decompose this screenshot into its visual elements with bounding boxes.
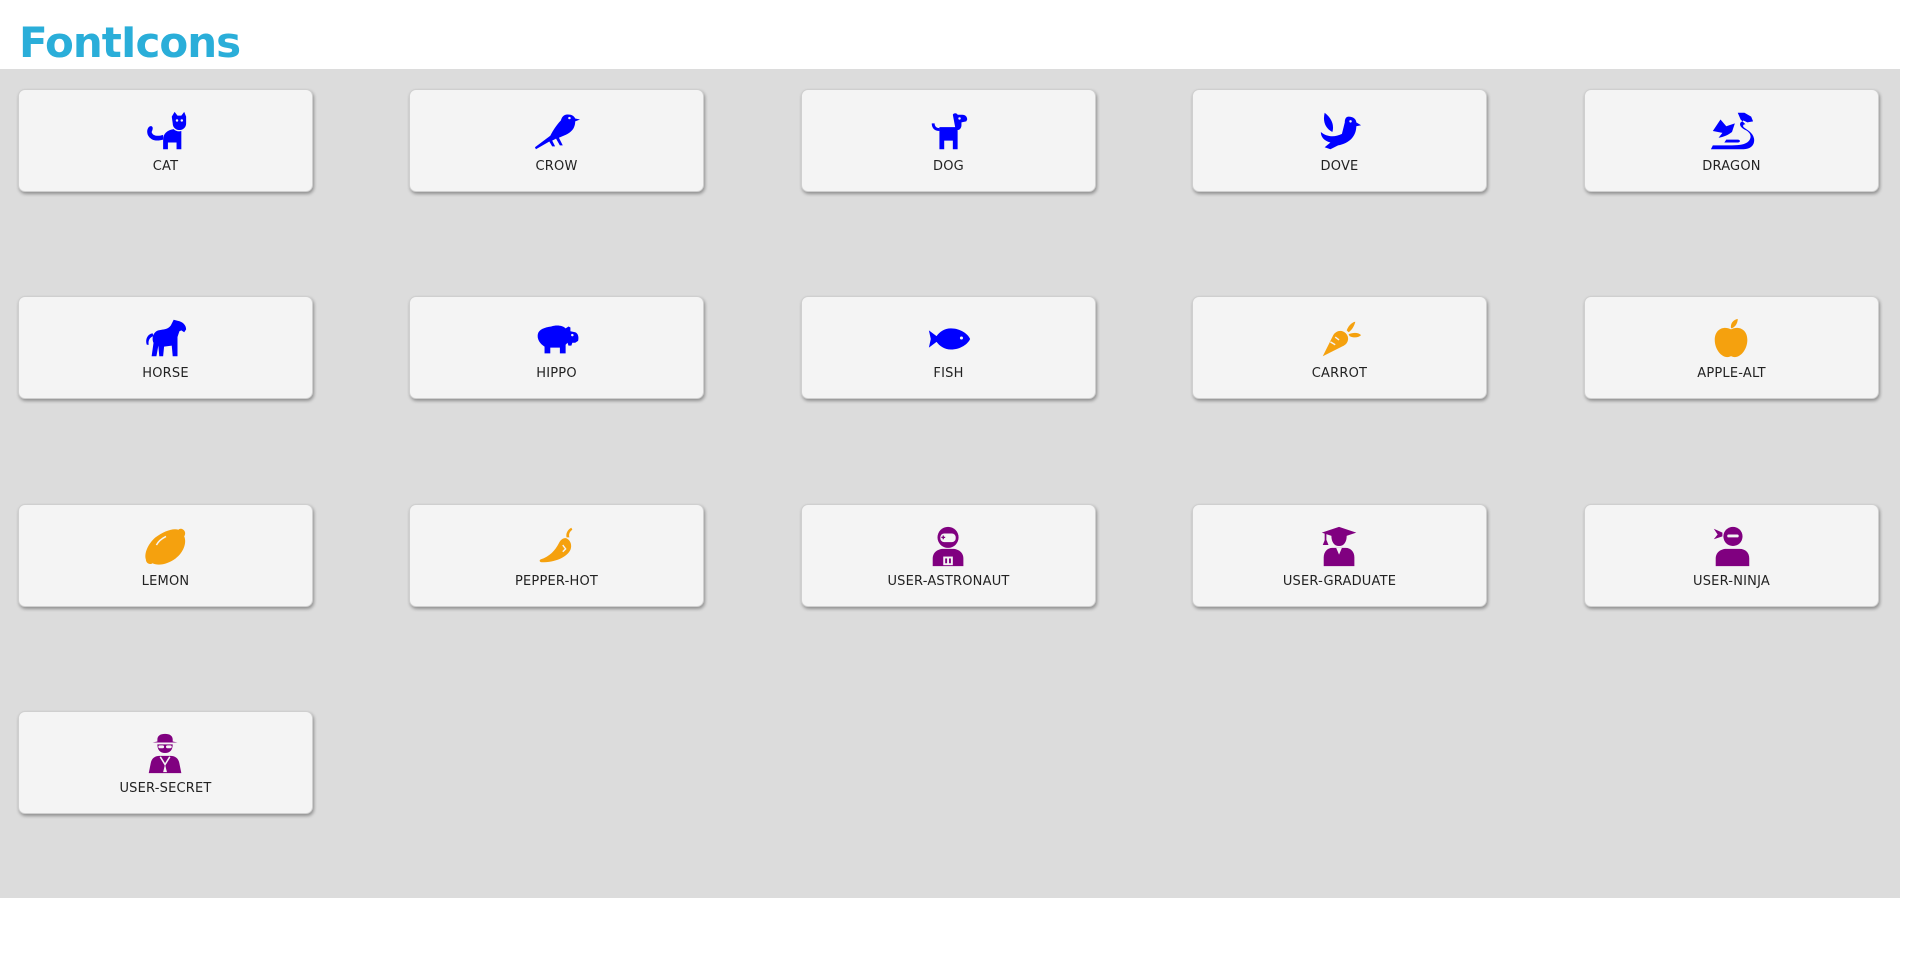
icon-card-dog[interactable]: DOG bbox=[801, 89, 1096, 192]
apple-alt-icon bbox=[1709, 317, 1755, 359]
user-secret-icon bbox=[143, 732, 189, 774]
icon-card-user-secret[interactable]: USER-SECRET bbox=[18, 711, 313, 814]
icon-card-label: HIPPO bbox=[536, 366, 577, 381]
user-ninja-icon bbox=[1709, 525, 1755, 567]
icon-card-hippo[interactable]: HIPPO bbox=[409, 296, 704, 399]
icon-card-user-astronaut[interactable]: USER-ASTRONAUT bbox=[801, 504, 1096, 607]
horse-icon bbox=[143, 317, 189, 359]
icon-card-carrot[interactable]: CARROT bbox=[1192, 296, 1487, 399]
icon-card-fish[interactable]: FISH bbox=[801, 296, 1096, 399]
icon-grid: CAT CROW DOG DOVE DRAGON HORSE HIPPO FIS… bbox=[0, 69, 1900, 898]
icon-card-dove[interactable]: DOVE bbox=[1192, 89, 1487, 192]
page-header: FontIcons bbox=[0, 0, 1905, 69]
icon-card-dragon[interactable]: DRAGON bbox=[1584, 89, 1879, 192]
icon-card-label: HORSE bbox=[142, 366, 189, 381]
user-graduate-icon bbox=[1317, 525, 1363, 567]
hippo-icon bbox=[534, 317, 580, 359]
icon-card-user-ninja[interactable]: USER-NINJA bbox=[1584, 504, 1879, 607]
icon-card-user-graduate[interactable]: USER-GRADUATE bbox=[1192, 504, 1487, 607]
page-title: FontIcons bbox=[19, 18, 241, 67]
icon-card-label: USER-GRADUATE bbox=[1282, 574, 1397, 589]
icon-card-label: CAT bbox=[152, 159, 179, 174]
icon-card-label: USER-SECRET bbox=[119, 781, 212, 796]
icon-card-label: CARROT bbox=[1311, 366, 1368, 381]
icon-card-crow[interactable]: CROW bbox=[409, 89, 704, 192]
icon-card-label: FISH bbox=[933, 366, 964, 381]
icon-card-label: CROW bbox=[535, 159, 578, 174]
icon-card-label: LEMON bbox=[141, 574, 190, 589]
icon-card-label: DRAGON bbox=[1702, 159, 1761, 174]
icon-card-lemon[interactable]: LEMON bbox=[18, 504, 313, 607]
crow-icon bbox=[534, 110, 580, 152]
icon-card-label: PEPPER-HOT bbox=[514, 574, 599, 589]
icon-card-label: DOVE bbox=[1320, 159, 1359, 174]
icon-card-pepper-hot[interactable]: PEPPER-HOT bbox=[409, 504, 704, 607]
fish-icon bbox=[926, 317, 972, 359]
icon-card-label: USER-ASTRONAUT bbox=[887, 574, 1010, 589]
cat-icon bbox=[143, 110, 189, 152]
icon-card-label: DOG bbox=[933, 159, 964, 174]
carrot-icon bbox=[1317, 317, 1363, 359]
icon-card-horse[interactable]: HORSE bbox=[18, 296, 313, 399]
icon-card-label: USER-NINJA bbox=[1693, 574, 1770, 589]
icon-card-apple-alt[interactable]: APPLE-ALT bbox=[1584, 296, 1879, 399]
icon-card-label: APPLE-ALT bbox=[1697, 366, 1766, 381]
icon-card-cat[interactable]: CAT bbox=[18, 89, 313, 192]
pepper-hot-icon bbox=[534, 525, 580, 567]
dragon-icon bbox=[1709, 110, 1755, 152]
user-astronaut-icon bbox=[926, 525, 972, 567]
dove-icon bbox=[1317, 110, 1363, 152]
dog-icon bbox=[926, 110, 972, 152]
lemon-icon bbox=[143, 525, 189, 567]
